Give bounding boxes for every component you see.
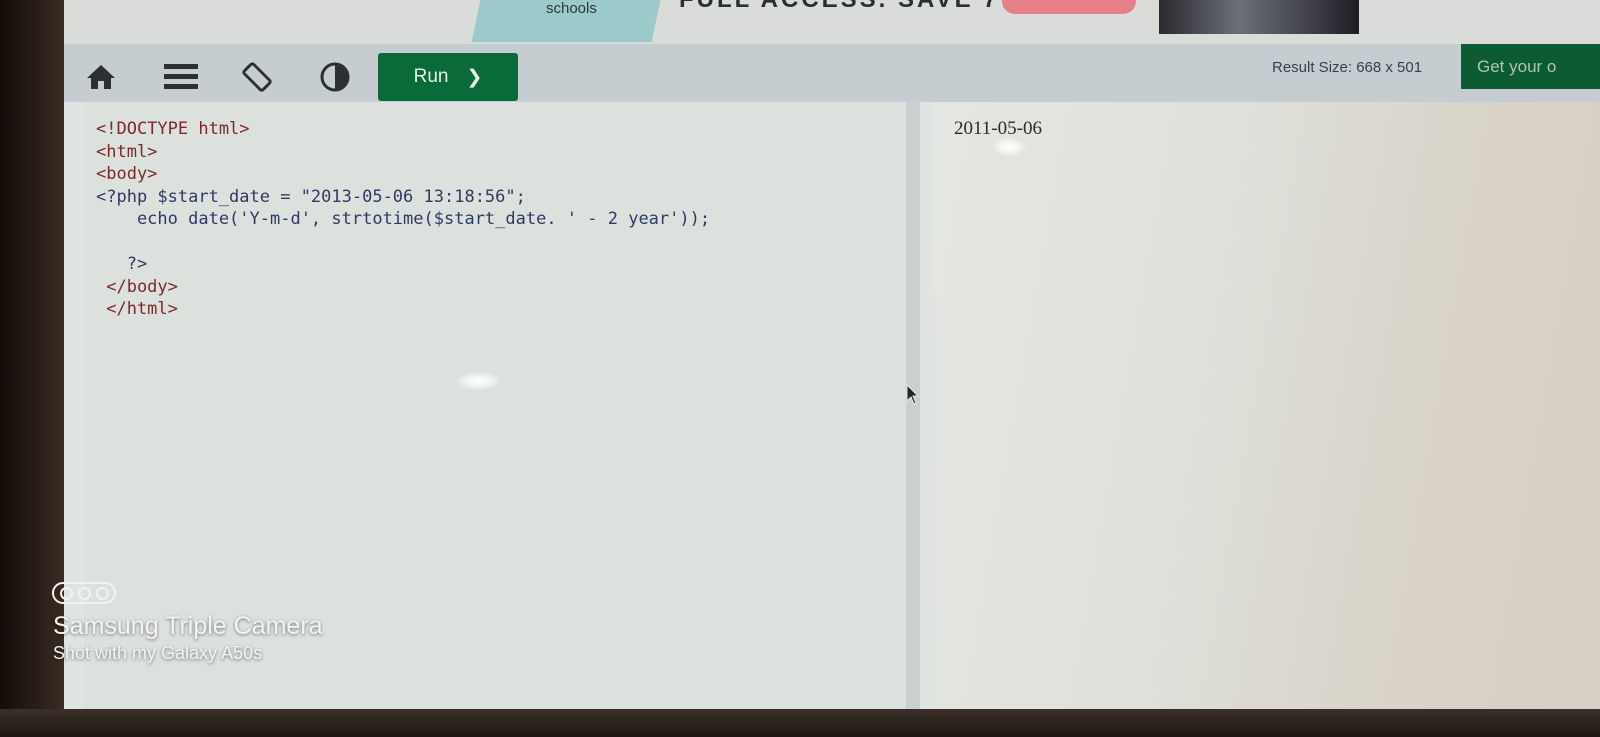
toolbar: Run ❯ Result Size: 668 x 501 Get your o xyxy=(64,44,1600,102)
ad-headline: FULL ACCESS. SAVE 770$ xyxy=(679,0,1049,14)
mouse-pointer-icon xyxy=(906,383,920,411)
code-line: ?> xyxy=(96,254,148,274)
contrast-icon[interactable] xyxy=(318,60,352,94)
browser-screen: schools FULL ACCESS. SAVE 770$ Run ❯ Res… xyxy=(64,0,1600,715)
triple-camera-icon xyxy=(52,582,116,604)
code-line: <body> xyxy=(96,164,158,184)
monitor-bezel-bottom xyxy=(0,709,1600,737)
code-line: <html> xyxy=(96,141,158,162)
result-pane: 2011-05-06 xyxy=(934,102,1600,715)
chevron-right-icon: ❯ xyxy=(466,66,483,88)
ad-image xyxy=(1159,0,1359,34)
rotate-screen-icon[interactable] xyxy=(240,60,274,94)
ad-brand-text: schools xyxy=(546,0,597,17)
code-line: </html> xyxy=(96,299,178,319)
get-spaces-label: Get your o xyxy=(1477,56,1557,76)
screen-glare xyxy=(456,372,500,390)
code-line: echo date('Y-m-d', strtotime($start_date… xyxy=(96,209,711,229)
result-size-label: Result Size: 668 x 501 xyxy=(1272,59,1423,76)
code-line: <?php $start_date = "2013-05-06 13:18:56… xyxy=(96,186,526,207)
code-text[interactable]: <!DOCTYPE html> <html> <body> <?php $sta… xyxy=(96,118,710,321)
screen-glare xyxy=(992,138,1026,156)
ad-banner[interactable]: schools FULL ACCESS. SAVE 770$ xyxy=(64,0,1600,44)
code-line: <!DOCTYPE html> xyxy=(96,119,250,139)
watermark-subtitle: Shot with my Galaxy A50s xyxy=(53,643,263,663)
code-line: </body> xyxy=(96,276,178,297)
get-spaces-button[interactable]: Get your o xyxy=(1461,44,1600,89)
ad-cta-button[interactable] xyxy=(1002,0,1136,14)
run-label: Run xyxy=(413,66,449,87)
result-output: 2011-05-06 xyxy=(954,118,1042,139)
menu-icon[interactable] xyxy=(164,60,198,94)
run-button[interactable]: Run ❯ xyxy=(378,53,518,101)
home-icon[interactable] xyxy=(84,60,118,94)
watermark-title: Samsung Triple Camera xyxy=(53,612,323,640)
